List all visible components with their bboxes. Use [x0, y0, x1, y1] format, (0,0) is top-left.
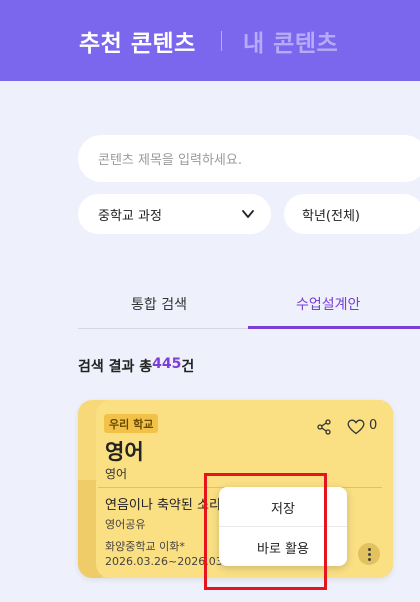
top-header: 추천 콘텐츠 내 콘텐츠 — [0, 0, 420, 81]
card-subject-sub: 영어 — [105, 467, 128, 481]
more-icon[interactable] — [358, 543, 380, 565]
grade-value: 학년(전체) — [302, 208, 360, 224]
result-prefix: 검색 결과 총 — [78, 359, 153, 375]
search-placeholder: 콘텐츠 제목을 입력하세요. — [98, 153, 242, 168]
tab-recommended-contents[interactable]: 추천 콘텐츠 — [79, 24, 196, 58]
active-tab-indicator — [248, 326, 420, 329]
tab-integrated-search[interactable]: 통합 검색 — [131, 294, 187, 314]
share-icon[interactable] — [316, 419, 332, 435]
highlight-box — [204, 473, 327, 590]
more-dot — [367, 547, 371, 551]
heart-icon[interactable] — [347, 419, 365, 435]
more-dot — [367, 552, 371, 556]
result-suffix: 건 — [181, 359, 195, 375]
tab-my-contents[interactable]: 내 콘텐츠 — [243, 24, 338, 58]
search-input[interactable]: 콘텐츠 제목을 입력하세요. — [78, 135, 420, 182]
more-dot — [367, 557, 371, 561]
chevron-down-icon — [242, 210, 254, 218]
result-count: 445 — [152, 356, 182, 372]
header-divider — [221, 31, 222, 51]
like-count: 0 — [369, 418, 378, 433]
our-school-badge: 우리 학교 — [104, 414, 159, 433]
search-result-count: 검색 결과 총 445 건 — [78, 356, 194, 376]
tab-lesson-plan[interactable]: 수업설계안 — [296, 294, 360, 314]
card-school: 화양중학교 이화* — [105, 540, 185, 553]
card-subject: 영어 — [105, 440, 144, 464]
school-level-select[interactable]: 중학교 과정 — [78, 194, 271, 234]
grade-select[interactable]: 학년(전체) — [284, 194, 420, 234]
school-level-value: 중학교 과정 — [98, 208, 162, 224]
card-author: 영어공유 — [105, 518, 146, 531]
